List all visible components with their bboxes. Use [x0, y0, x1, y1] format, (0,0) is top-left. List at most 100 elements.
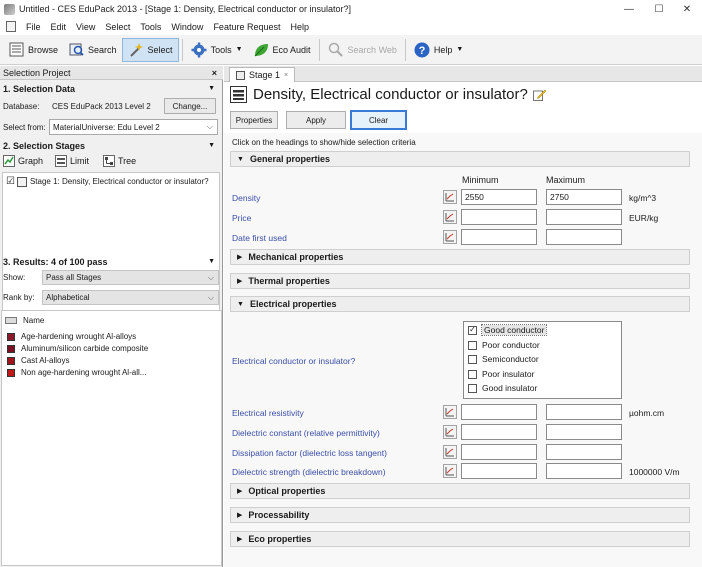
conductor-insulator-label[interactable]: Electrical conductor or insulator? — [232, 356, 355, 366]
dissipation-factor-min-input[interactable] — [461, 444, 537, 460]
option-semiconductor[interactable]: Semiconductor — [468, 354, 539, 364]
price-max-input[interactable] — [546, 209, 622, 225]
selection-stages-caret-icon[interactable]: ▼ — [208, 142, 215, 149]
dissipation-factor-max-input[interactable] — [546, 444, 622, 460]
option-good-conductor[interactable]: ✓ Good conductor — [468, 324, 548, 336]
results-name-header[interactable]: Name — [5, 316, 44, 325]
tree-stage-button[interactable]: Tree — [103, 155, 136, 167]
menu-view[interactable]: View — [71, 22, 100, 32]
search-web-button[interactable]: Search Web — [323, 38, 402, 62]
dissipation-factor-label[interactable]: Dissipation factor (dielectric loss tang… — [232, 448, 387, 458]
results-title[interactable]: 3. Results: 4 of 100 pass — [3, 257, 108, 267]
dielectric-strength-max-input[interactable] — [546, 463, 622, 479]
electrical-resistivity-chart-icon[interactable] — [443, 405, 457, 419]
result-item[interactable]: Non age-hardening wrought Al-all... — [7, 368, 146, 377]
menu-window[interactable]: Window — [166, 22, 208, 32]
date-first-used-min-input[interactable] — [461, 229, 537, 245]
search-button[interactable]: Search — [63, 38, 122, 62]
close-panel-icon[interactable]: × — [212, 68, 217, 78]
option-label: Poor insulator — [482, 369, 535, 379]
select-from-dropdown[interactable]: MaterialUniverse: Edu Level 2 ⌵ — [49, 119, 218, 135]
density-min-input[interactable]: 2550 — [461, 189, 537, 205]
rank-by-dropdown[interactable]: Alphabetical ⌵ — [42, 290, 219, 305]
electrical-resistivity-max-input[interactable] — [546, 404, 622, 420]
menu-select[interactable]: Select — [100, 22, 135, 32]
checkbox[interactable] — [468, 354, 477, 364]
result-color-swatch — [7, 344, 15, 353]
optical-properties-header[interactable]: ▶ Optical properties — [230, 483, 690, 499]
checkbox[interactable] — [468, 383, 477, 393]
limit-stage-button[interactable]: Limit — [55, 155, 89, 167]
menu-help[interactable]: Help — [285, 22, 314, 32]
change-database-button[interactable]: Change... — [164, 98, 216, 114]
show-label: Show: — [3, 273, 26, 282]
minimize-button[interactable]: — — [614, 0, 644, 18]
results-caret-icon[interactable]: ▼ — [208, 258, 215, 265]
selection-stages-title[interactable]: 2. Selection Stages — [3, 141, 85, 151]
properties-button[interactable]: Properties — [230, 111, 278, 129]
mechanical-properties-header[interactable]: ▶ Mechanical properties — [230, 249, 690, 265]
option-good-insulator[interactable]: Good insulator — [468, 383, 537, 393]
electrical-resistivity-label[interactable]: Electrical resistivity — [232, 408, 304, 418]
thermal-properties-header[interactable]: ▶ Thermal properties — [230, 273, 690, 289]
dielectric-constant-max-input[interactable] — [546, 424, 622, 440]
date-first-used-chart-icon[interactable] — [443, 230, 457, 244]
date-first-used-label[interactable]: Date first used — [232, 233, 287, 243]
rank-by-label: Rank by: — [3, 293, 35, 302]
clear-button[interactable]: Clear — [350, 110, 407, 130]
selection-data-title[interactable]: 1. Selection Data — [3, 84, 75, 94]
eco-properties-header[interactable]: ▶ Eco properties — [230, 531, 690, 547]
dissipation-factor-chart-icon[interactable] — [443, 445, 457, 459]
dielectric-constant-label[interactable]: Dielectric constant (relative permittivi… — [232, 428, 380, 438]
eco-audit-button[interactable]: Eco Audit — [248, 38, 316, 62]
conductor-insulator-checklist: ✓ Good conductor Poor conductor Semicond… — [463, 321, 622, 399]
edit-pencil-icon[interactable] — [532, 88, 547, 101]
close-window-button[interactable]: ✕ — [672, 0, 702, 18]
document-icon[interactable] — [6, 21, 16, 32]
menu-feature-request[interactable]: Feature Request — [208, 22, 285, 32]
maximize-button[interactable]: ☐ — [644, 0, 674, 18]
dielectric-strength-chart-icon[interactable] — [443, 464, 457, 478]
density-unit: kg/m^3 — [629, 193, 657, 203]
result-item[interactable]: Age-hardening wrought Al-alloys — [7, 332, 136, 341]
price-label[interactable]: Price — [232, 213, 251, 223]
graph-stage-button[interactable]: Graph — [3, 155, 43, 167]
dielectric-constant-min-input[interactable] — [461, 424, 537, 440]
help-button[interactable]: ? Help ▼ — [409, 38, 468, 62]
density-label[interactable]: Density — [232, 193, 260, 203]
electrical-properties-header[interactable]: ▼ Electrical properties — [230, 296, 690, 312]
select-button[interactable]: Select — [121, 37, 179, 62]
stage-checkbox[interactable]: ☑ — [6, 176, 15, 187]
checkbox[interactable] — [468, 369, 477, 379]
option-poor-conductor[interactable]: Poor conductor — [468, 340, 540, 350]
menu-edit[interactable]: Edit — [46, 22, 72, 32]
general-properties-header[interactable]: ▼ General properties — [230, 151, 690, 167]
processability-header[interactable]: ▶ Processability — [230, 507, 690, 523]
price-chart-icon[interactable] — [443, 210, 457, 224]
result-item[interactable]: Aluminum/silicon carbide composite — [7, 344, 148, 353]
selection-data-caret-icon[interactable]: ▼ — [208, 85, 215, 92]
menu-file[interactable]: File — [21, 22, 46, 32]
tab-stage-1[interactable]: Stage 1 × — [229, 67, 296, 82]
dielectric-strength-label[interactable]: Dielectric strength (dielectric breakdow… — [232, 467, 386, 477]
close-tab-icon[interactable]: × — [284, 72, 288, 79]
price-min-input[interactable] — [461, 209, 537, 225]
browse-button[interactable]: Browse — [3, 38, 63, 62]
search-web-icon — [328, 42, 344, 58]
tools-button[interactable]: Tools ▼ — [186, 38, 248, 62]
date-first-used-max-input[interactable] — [546, 229, 622, 245]
checkbox[interactable]: ✓ — [468, 325, 477, 335]
menu-tools[interactable]: Tools — [135, 22, 166, 32]
density-max-input[interactable]: 2750 — [546, 189, 622, 205]
apply-button[interactable]: Apply — [286, 111, 346, 129]
option-poor-insulator[interactable]: Poor insulator — [468, 369, 534, 379]
density-chart-icon[interactable] — [443, 190, 457, 204]
dielectric-strength-min-input[interactable] — [461, 463, 537, 479]
electrical-resistivity-min-input[interactable] — [461, 404, 537, 420]
checkbox[interactable] — [468, 340, 477, 350]
svg-text:?: ? — [419, 45, 426, 57]
stage-item[interactable]: ☑ Stage 1: Density, Electrical conductor… — [6, 176, 209, 187]
result-item[interactable]: Cast Al-alloys — [7, 356, 69, 365]
show-dropdown[interactable]: Pass all Stages ⌵ — [42, 270, 219, 285]
dielectric-constant-chart-icon[interactable] — [443, 425, 457, 439]
